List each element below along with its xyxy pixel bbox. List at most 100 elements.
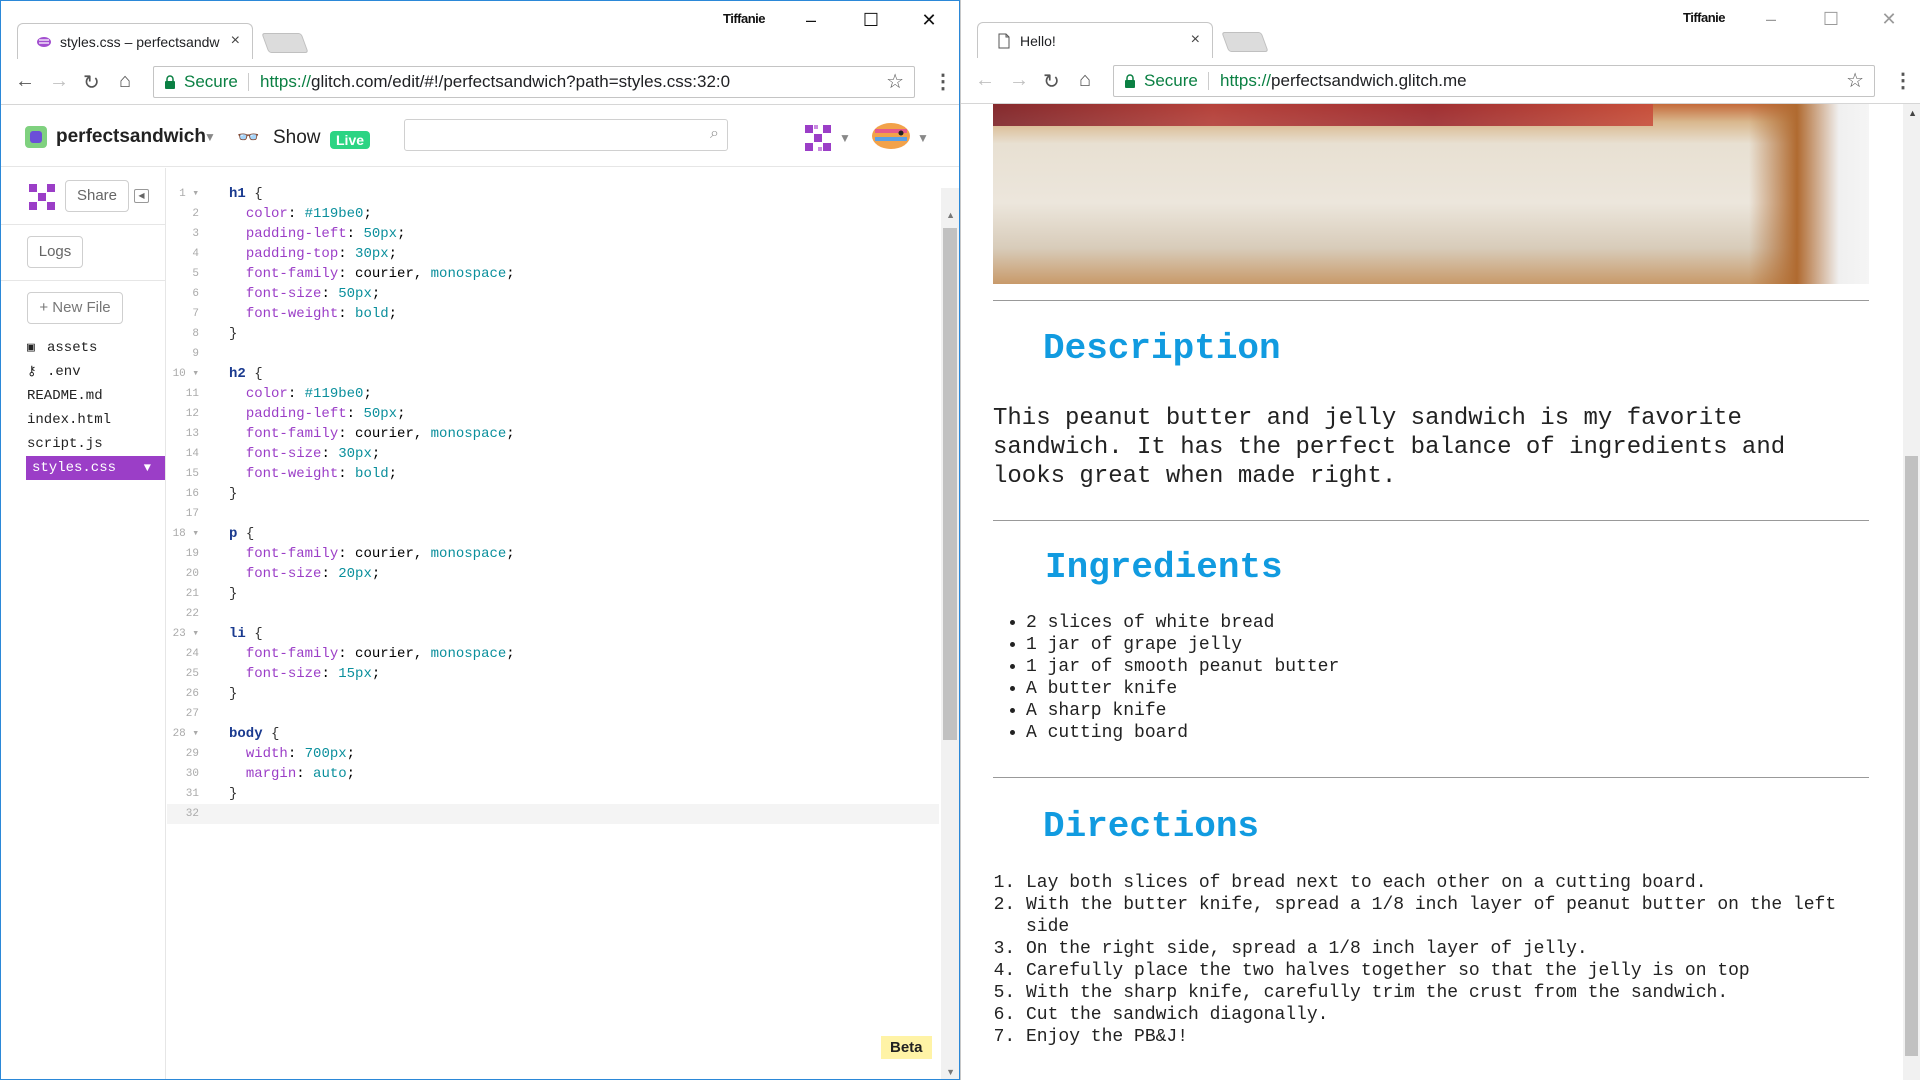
back-icon[interactable]: ← [975, 69, 995, 92]
code-line[interactable]: 14 font-size: 30px; [167, 444, 939, 464]
reload-icon[interactable]: ↻ [83, 70, 100, 95]
code-line[interactable]: 23 ▾ li { [167, 624, 939, 644]
code-editor[interactable]: 1 ▾ h1 {2 color: #119be0; 3 padding-left: … [167, 168, 959, 1079]
forward-icon[interactable]: → [1009, 69, 1029, 92]
sunglasses-icon[interactable]: 👓 [237, 127, 259, 148]
code-text: font-size: 15px; [245, 666, 381, 682]
chevron-down-icon[interactable]: ▼ [204, 130, 216, 144]
code-line[interactable]: 26} [167, 684, 939, 704]
show-button[interactable]: Show [273, 127, 321, 149]
code-line[interactable]: 21} [167, 584, 939, 604]
scroll-up-icon[interactable]: ▲ [946, 210, 955, 220]
code-line[interactable]: 6 font-size: 50px; [167, 284, 939, 304]
file-item[interactable]: script.js [27, 432, 166, 456]
search-input[interactable]: ⌕ [404, 119, 728, 151]
minimize-button[interactable]: – [1751, 4, 1791, 34]
code-line[interactable]: 8} [167, 324, 939, 344]
editor-browser-window: styles.css – perfectsandwich × Tiffanie … [0, 0, 960, 1080]
forward-icon[interactable]: → [49, 70, 69, 93]
file-item[interactable]: ▣ assets [27, 336, 166, 360]
collapse-sidebar-icon[interactable]: ◀ [134, 189, 149, 203]
new-tab-button[interactable] [1221, 32, 1269, 52]
logs-button[interactable]: Logs [27, 236, 83, 268]
code-line[interactable]: 1 ▾ h1 { [167, 184, 939, 204]
new-file-button[interactable]: + New File [27, 292, 123, 324]
browser-menu-icon[interactable]: ⋮ [933, 69, 953, 94]
code-line[interactable]: 12 padding-left: 50px; [167, 404, 939, 424]
profile-name[interactable]: Tiffanie [723, 11, 766, 26]
code-line[interactable]: 16} [167, 484, 939, 504]
code-lines[interactable]: 1 ▾ h1 {2 color: #119be0; 3 padding-left: … [167, 184, 939, 824]
directions-list: Lay both slices of bread next to each ot… [1016, 872, 1856, 1048]
code-line[interactable]: 30 margin: auto; [167, 764, 939, 784]
close-window-button[interactable]: ✕ [1869, 4, 1909, 34]
home-icon[interactable]: ⌂ [1079, 69, 1091, 92]
user-avatar-icon[interactable] [871, 121, 911, 151]
code-line[interactable]: 10 ▾ h2 { [167, 364, 939, 384]
chevron-down-icon[interactable]: ▼ [917, 131, 929, 145]
scroll-down-icon[interactable]: ▼ [946, 1067, 955, 1077]
code-line[interactable]: 25 font-size: 15px; [167, 664, 939, 684]
tab-close-icon[interactable]: × [231, 32, 240, 50]
code-line[interactable]: 17 [167, 504, 939, 524]
maximize-button[interactable]: ☐ [1811, 4, 1851, 34]
glitch-logo-icon[interactable] [805, 125, 831, 151]
file-item[interactable]: index.html [27, 408, 166, 432]
project-avatar-icon[interactable] [25, 126, 47, 148]
code-line[interactable]: 31} [167, 784, 939, 804]
editor-scroll-thumb[interactable] [943, 228, 957, 740]
page-scrollbar[interactable]: ▲ [1903, 104, 1920, 1080]
file-item[interactable]: styles.css ▼ [26, 456, 165, 480]
code-line[interactable]: 3 padding-left: 50px; [167, 224, 939, 244]
list-item: Enjoy the PB&J! [1026, 1026, 1856, 1048]
browser-menu-icon[interactable]: ⋮ [1893, 68, 1913, 93]
code-line[interactable]: 9 [167, 344, 939, 364]
bookmark-star-icon[interactable]: ☆ [886, 67, 904, 97]
code-line[interactable]: 15 font-weight: bold; [167, 464, 939, 484]
profile-name[interactable]: Tiffanie [1683, 10, 1726, 25]
code-line[interactable]: 4 padding-top: 30px; [167, 244, 939, 264]
code-line[interactable]: 29 width: 700px; [167, 744, 939, 764]
line-number: 28 ▾ [172, 728, 199, 740]
project-name[interactable]: perfectsandwich [56, 126, 206, 148]
code-line[interactable]: 19 font-family: courier, monospace; [167, 544, 939, 564]
file-item[interactable]: README.md [27, 384, 166, 408]
code-line[interactable]: 24 font-family: courier, monospace; [167, 644, 939, 664]
maximize-button[interactable]: ☐ [851, 5, 891, 35]
browser-tab-hello[interactable]: Hello! × [977, 22, 1213, 58]
chevron-down-icon[interactable]: ▼ [839, 131, 851, 145]
code-line[interactable]: 32 [167, 804, 939, 824]
code-line[interactable]: 11 color: #119be0; [167, 384, 939, 404]
browser-tab-styles[interactable]: styles.css – perfectsandwich × [17, 23, 253, 59]
address-bar[interactable]: Secure https://perfectsandwich.glitch.me… [1113, 65, 1875, 97]
reload-icon[interactable]: ↻ [1043, 69, 1060, 94]
code-line[interactable]: 2 color: #119be0; [167, 204, 939, 224]
code-line[interactable]: 20 font-size: 20px; [167, 564, 939, 584]
minimize-button[interactable]: – [791, 5, 831, 35]
code-line[interactable]: 13 font-family: courier, monospace; [167, 424, 939, 444]
scroll-up-icon[interactable]: ▲ [1908, 108, 1917, 118]
code-line[interactable]: 18 ▾ p { [167, 524, 939, 544]
code-line[interactable]: 5 font-family: courier, monospace; [167, 264, 939, 284]
file-item[interactable]: ⚷ .env [27, 360, 166, 384]
code-line[interactable]: 28 ▾ body { [167, 724, 939, 744]
line-number: 3 [192, 228, 199, 240]
code-line[interactable]: 22 [167, 604, 939, 624]
glitch-logo-icon[interactable] [29, 184, 55, 210]
live-badge[interactable]: Live [330, 131, 371, 149]
address-bar[interactable]: Secure https://glitch.com/edit/#!/perfec… [153, 66, 915, 98]
new-tab-button[interactable] [261, 33, 309, 53]
line-number: 9 [192, 348, 199, 360]
code-line[interactable]: 7 font-weight: bold; [167, 304, 939, 324]
home-icon[interactable]: ⌂ [119, 70, 131, 93]
editor-scrollbar[interactable]: ▲ ▼ [941, 188, 959, 1079]
back-icon[interactable]: ← [15, 70, 35, 93]
bookmark-star-icon[interactable]: ☆ [1846, 66, 1864, 96]
code-text: font-family: courier, monospace; [245, 546, 515, 562]
code-line[interactable]: 27 [167, 704, 939, 724]
chevron-down-icon[interactable]: ▼ [144, 456, 151, 480]
share-button[interactable]: Share [65, 180, 129, 212]
close-window-button[interactable]: ✕ [909, 5, 949, 35]
tab-close-icon[interactable]: × [1191, 31, 1200, 49]
page-scroll-thumb[interactable] [1905, 456, 1918, 1056]
